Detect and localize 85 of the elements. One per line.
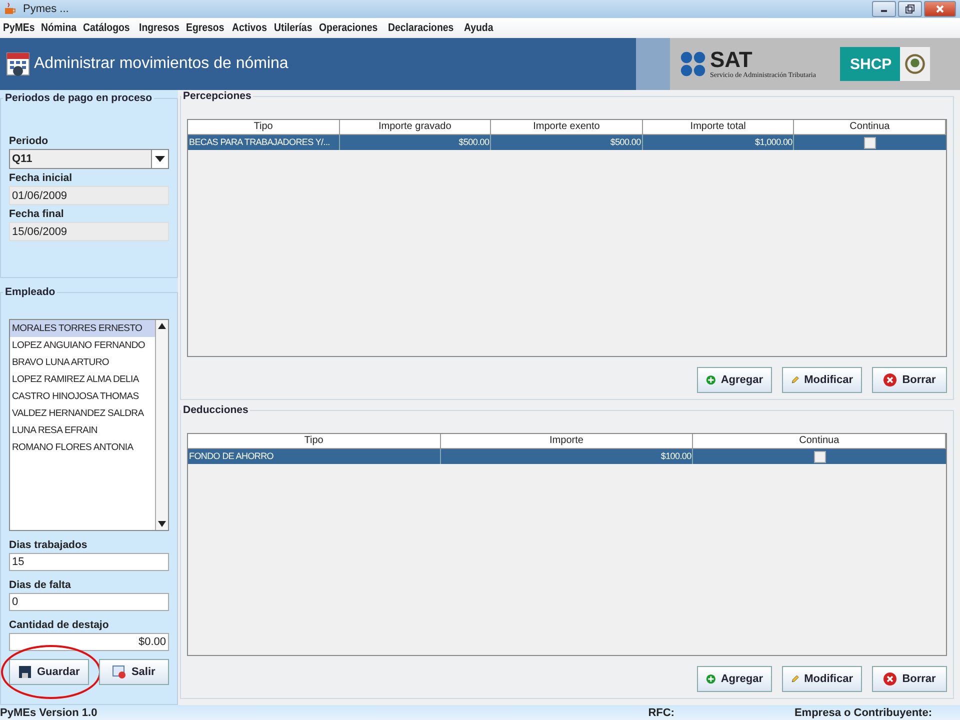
caret-icon [155, 156, 165, 162]
input-field[interactable]: 0 [9, 593, 169, 611]
down-arrow-icon[interactable] [158, 521, 166, 527]
checkbox[interactable] [864, 136, 876, 148]
menu-item[interactable]: Utilerías [274, 22, 312, 34]
rfc-label: RFC: [648, 706, 674, 718]
date-field[interactable]: 15/06/2009 [9, 222, 169, 241]
restore-button[interactable] [898, 1, 922, 17]
table-row[interactable]: FONDO DE AHORRO $100.00 [188, 449, 946, 464]
dots-logo-icon [680, 51, 706, 77]
column-header[interactable]: Tipo [188, 120, 340, 134]
employee-item[interactable]: VALDEZ HERNANDEZ SALDRA [10, 405, 155, 422]
edit-button[interactable]: Modificar [782, 367, 862, 393]
add-button[interactable]: Agregar [697, 666, 772, 692]
period-dropdown[interactable]: Q11 [9, 149, 169, 169]
field-label: Fecha final [9, 208, 65, 220]
menu-item[interactable]: Catálogos [83, 22, 130, 34]
group-title: Percepciones [181, 90, 254, 103]
minimize-button[interactable] [872, 1, 896, 17]
plus-icon [706, 373, 716, 387]
group-title: Empleado [3, 286, 58, 299]
menu-item[interactable]: Ingresos [138, 22, 179, 34]
employee-item[interactable]: MORALES TORRES ERNESTO [10, 320, 155, 337]
calendar-icon [6, 50, 30, 78]
table-cell: $500.00 [340, 135, 492, 150]
field-label: Fecha inicial [9, 172, 74, 184]
employee-item[interactable]: LOPEZ ANGUIANO FERNANDO [10, 337, 155, 354]
checkbox[interactable] [814, 450, 826, 462]
table-row[interactable]: BECAS PARA TRABAJADORES Y/... $500.00 $500.00 $1,000.00 [188, 135, 946, 150]
menu-item[interactable]: Activos [232, 22, 267, 34]
input-field[interactable]: 15 [9, 553, 169, 571]
table-cell: FONDO DE AHORRO [188, 449, 441, 464]
field-label: Dias trabajados [9, 539, 88, 551]
employee-item[interactable]: CASTRO HINOJOSA THOMAS [10, 388, 155, 405]
table-cell: $1,000.00 [642, 135, 794, 150]
window-title: Pymes ... [23, 3, 69, 15]
coffee-cup-icon [3, 2, 17, 16]
table-cell: BECAS PARA TRABAJADORES Y/... [188, 135, 340, 150]
delete-icon [883, 373, 898, 387]
exit-button[interactable]: Salir [98, 659, 169, 685]
field-label: Dias de falta [9, 579, 72, 591]
add-button[interactable]: Agregar [697, 367, 772, 393]
column-header[interactable]: Continua [794, 120, 946, 134]
banner-stripe [636, 38, 670, 90]
page-title: Administrar movimientos de nómina [34, 55, 288, 73]
window-close-icon [112, 665, 126, 679]
input-field[interactable]: $0.00 [9, 633, 169, 651]
column-header[interactable]: Importe gravado [340, 120, 492, 134]
edit-button[interactable]: Modificar [782, 666, 862, 692]
employee-item[interactable]: LOPEZ RAMIREZ ALMA DELIA [10, 371, 155, 388]
delete-icon [883, 672, 898, 686]
logo-badge: SHCP [840, 47, 900, 81]
delete-button[interactable]: Borrar [872, 367, 947, 393]
close-button[interactable] [924, 1, 956, 17]
employee-item[interactable]: BRAVO LUNA ARTURO [10, 354, 155, 371]
column-header[interactable]: Tipo [188, 434, 441, 448]
column-header[interactable]: Importe exento [491, 120, 643, 134]
version-text: PyMEs Version 1.0 [0, 706, 98, 718]
close-icon [935, 4, 945, 14]
employee-item[interactable]: ROMANO FLORES ANTONIA [10, 439, 155, 456]
menu-item[interactable]: PyMEs [3, 22, 35, 34]
menu-item[interactable]: Operaciones [319, 22, 378, 34]
column-header[interactable]: Importe [440, 434, 694, 448]
emblem-icon [900, 47, 930, 81]
field-label: Periodo [9, 135, 50, 147]
field-label: Cantidad de destajo [9, 619, 110, 631]
delete-button[interactable]: Borrar [872, 666, 947, 692]
restore-icon [905, 4, 915, 14]
table-cell: $500.00 [491, 135, 643, 150]
menu-item[interactable]: Declaraciones [388, 22, 454, 34]
menu-item[interactable]: Ayuda [464, 22, 494, 34]
date-field[interactable]: 01/06/2009 [9, 186, 169, 205]
column-header[interactable]: Continua [693, 434, 946, 448]
scrollbar[interactable] [155, 320, 168, 530]
menu-item[interactable]: Nómina [41, 22, 77, 34]
table-cell: $100.00 [440, 449, 694, 464]
column-header[interactable]: Importe total [642, 120, 794, 134]
logo-text: SAT [710, 49, 754, 71]
up-arrow-icon[interactable] [158, 323, 166, 329]
group-title: Periodos de pago en proceso [3, 92, 154, 105]
company-label: Empresa o Contribuyente: [794, 706, 932, 718]
menu-item[interactable]: Egresos [186, 22, 225, 34]
save-button[interactable]: Guardar [9, 659, 89, 685]
plus-icon [706, 672, 716, 686]
employee-item[interactable]: LUNA RESA EFRAIN [10, 422, 155, 439]
